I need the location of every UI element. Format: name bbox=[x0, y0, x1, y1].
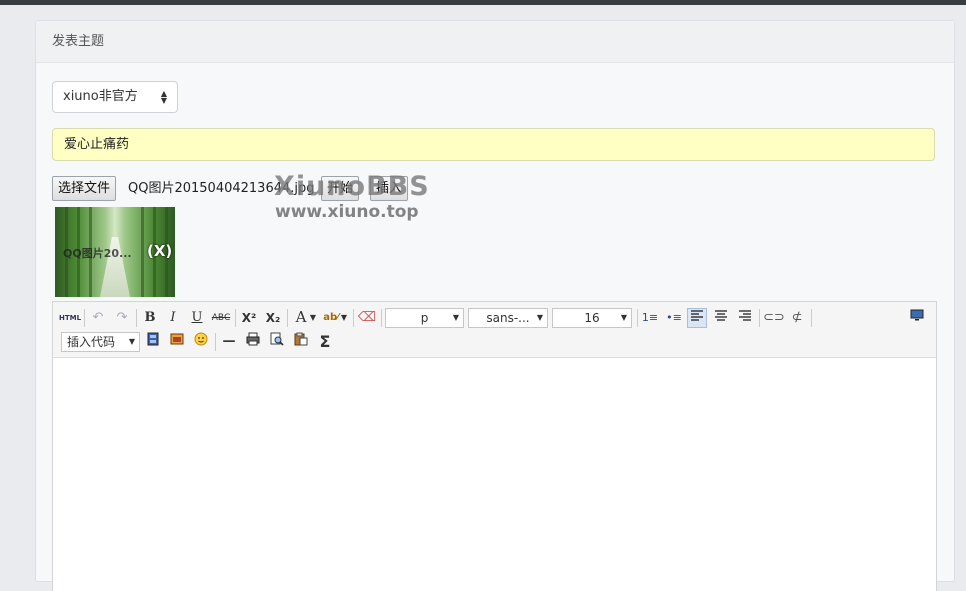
post-form-card: 发表主题 xiuno非官方 ▲ ▼ 爱心止痛药 选择文件 QQ图片20150404… bbox=[35, 20, 955, 591]
insert-button[interactable]: 插入 bbox=[370, 176, 409, 201]
thumbnail-caption: QQ图片20... bbox=[63, 247, 132, 260]
undo-icon[interactable]: ↶ bbox=[88, 308, 108, 328]
choose-file-button[interactable]: 选择文件 bbox=[52, 176, 117, 201]
page-title: 发表主题 bbox=[52, 34, 105, 49]
paste-icon[interactable] bbox=[291, 332, 311, 352]
highlight-dropdown-icon[interactable]: ▼ bbox=[339, 308, 349, 328]
font-family-value: sans-... bbox=[486, 311, 530, 325]
horizontal-rule-button[interactable]: — bbox=[219, 332, 239, 352]
eraser-icon[interactable]: ⌫ bbox=[357, 308, 377, 328]
superscript-button[interactable]: X² bbox=[239, 308, 259, 328]
editor-toolbar: HTML ↶ ↷ B I U ABC X² X₂ A ▼ ab⁄ ▼ ⌫ p ▼ bbox=[53, 302, 936, 358]
font-size-combo[interactable]: 16 ▼ bbox=[552, 308, 632, 328]
image-icon[interactable] bbox=[167, 332, 187, 352]
html-source-button[interactable]: HTML bbox=[59, 308, 81, 328]
unordered-list-icon[interactable]: •≡ bbox=[664, 308, 684, 328]
selected-file-name: QQ图片20150404213644.jpg bbox=[128, 181, 315, 196]
print-icon[interactable] bbox=[243, 332, 263, 352]
watermark-url: www.xiuno.top bbox=[275, 202, 419, 222]
align-left-icon[interactable] bbox=[687, 308, 707, 328]
paragraph-format-value: p bbox=[420, 311, 429, 325]
font-color-dropdown-icon[interactable]: ▼ bbox=[308, 308, 318, 328]
align-center-icon[interactable] bbox=[711, 308, 731, 328]
unlink-icon[interactable]: ⊄ bbox=[787, 308, 807, 328]
font-size-value: 16 bbox=[584, 311, 600, 325]
insert-code-combo[interactable]: 插入代码 ▼ bbox=[61, 332, 140, 352]
emoticon-icon[interactable] bbox=[191, 332, 211, 352]
video-icon[interactable] bbox=[143, 332, 163, 352]
subscript-button[interactable]: X₂ bbox=[263, 308, 283, 328]
chevron-down-icon: ▼ bbox=[128, 337, 135, 346]
upload-row: 选择文件 QQ图片20150404213644.jpg 开始 插入 bbox=[52, 176, 752, 201]
chevron-down-icon: ▼ bbox=[452, 313, 459, 322]
bold-button[interactable]: B bbox=[140, 308, 160, 328]
link-icon[interactable]: ⊂⊃ bbox=[763, 308, 785, 328]
editor-content-area[interactable] bbox=[53, 358, 936, 591]
paragraph-format-combo[interactable]: p ▼ bbox=[385, 308, 464, 328]
chevron-down-icon: ▼ bbox=[536, 313, 543, 322]
forum-select[interactable]: xiuno非官方 ▲ ▼ bbox=[52, 81, 178, 113]
formula-button[interactable]: Σ bbox=[315, 332, 335, 352]
fullscreen-icon[interactable] bbox=[907, 308, 927, 328]
align-right-icon[interactable] bbox=[735, 308, 755, 328]
rich-text-editor: HTML ↶ ↷ B I U ABC X² X₂ A ▼ ab⁄ ▼ ⌫ p ▼ bbox=[52, 301, 937, 591]
strikethrough-button[interactable]: ABC bbox=[211, 308, 231, 328]
underline-button[interactable]: U bbox=[187, 308, 207, 328]
top-nav-bar bbox=[0, 0, 966, 5]
uploaded-image-thumbnail: QQ图片20... (X) bbox=[55, 207, 175, 297]
card-header: 发表主题 bbox=[36, 21, 954, 63]
select-arrows-icon: ▲ ▼ bbox=[160, 89, 167, 105]
forum-select-value: xiuno非官方 bbox=[63, 89, 138, 104]
font-family-combo[interactable]: sans-... ▼ bbox=[468, 308, 548, 328]
preview-icon[interactable] bbox=[267, 332, 287, 352]
title-input-value: 爱心止痛药 bbox=[64, 137, 130, 152]
italic-button[interactable]: I bbox=[163, 308, 183, 328]
highlight-icon[interactable]: ab⁄ bbox=[321, 308, 341, 328]
title-input[interactable]: 爱心止痛药 bbox=[52, 128, 935, 161]
insert-code-label: 插入代码 bbox=[67, 335, 116, 349]
ordered-list-icon[interactable]: 1≡ bbox=[640, 308, 660, 328]
start-upload-button[interactable]: 开始 bbox=[321, 176, 360, 201]
chevron-down-icon: ▼ bbox=[620, 313, 627, 322]
redo-icon[interactable]: ↷ bbox=[112, 308, 132, 328]
remove-image-button[interactable]: (X) bbox=[147, 242, 172, 260]
